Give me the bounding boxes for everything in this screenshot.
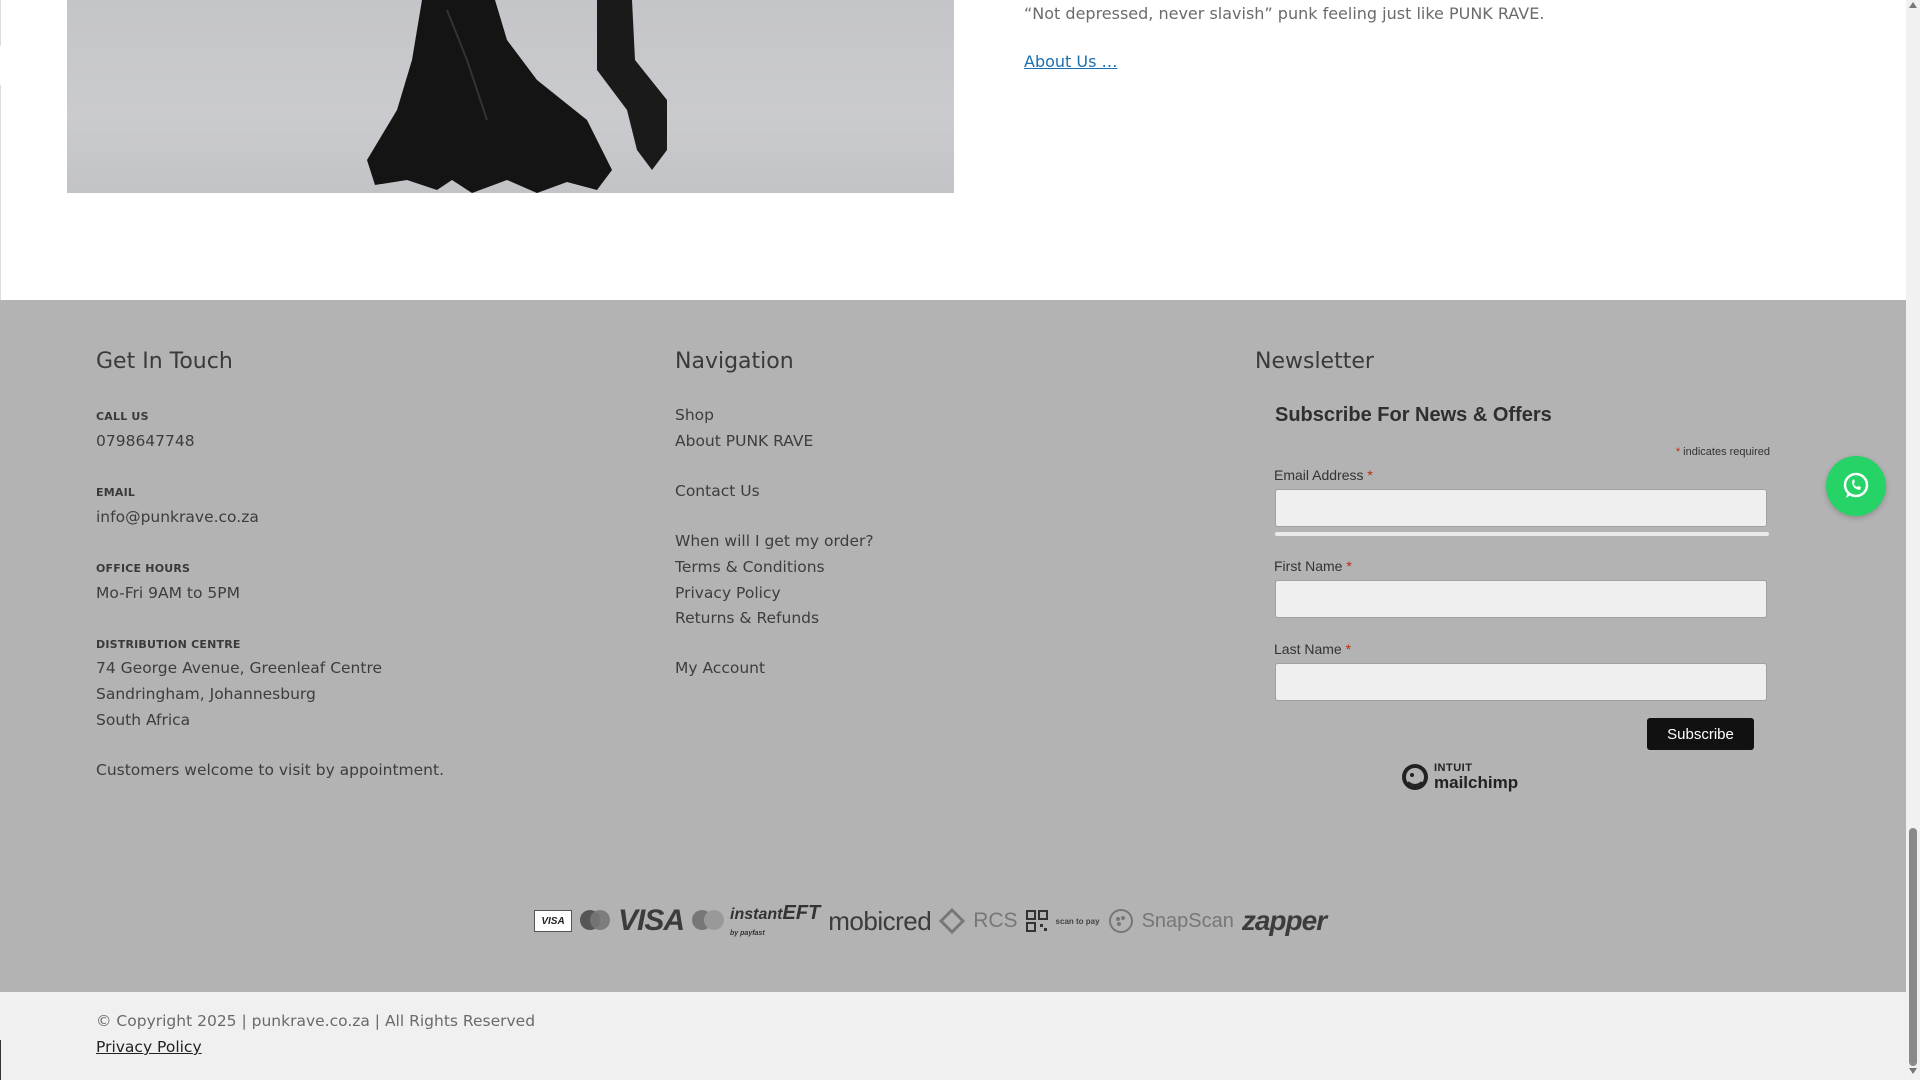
payment-methods: VISA VISA instantEFT by payfast mobicred … bbox=[534, 903, 1327, 939]
visa-card-logo: VISA bbox=[534, 910, 572, 932]
required-star: * bbox=[1675, 446, 1681, 458]
email-field-underline bbox=[1275, 532, 1769, 536]
copyright-bar bbox=[0, 992, 1906, 1080]
rcs-icon bbox=[939, 908, 966, 934]
distribution-centre-label: DISTRIBUTION CENTRE bbox=[96, 638, 241, 651]
subscribe-button[interactable]: Subscribe bbox=[1647, 718, 1754, 750]
scroll-up-arrow-icon[interactable] bbox=[1909, 2, 1917, 8]
nav-link-privacy[interactable]: Privacy Policy bbox=[675, 584, 781, 602]
visa-logo: VISA bbox=[618, 904, 685, 937]
call-us-label: CALL US bbox=[96, 410, 149, 423]
page-edge bbox=[0, 1040, 1, 1080]
nav-link-contact[interactable]: Contact Us bbox=[675, 482, 760, 500]
mailchimp-wordmark: mailchimp bbox=[1434, 773, 1519, 792]
page-edge bbox=[0, 0, 1, 46]
copyright-text: © Copyright 2025 | punkrave.co.za | All … bbox=[96, 1012, 536, 1030]
nav-link-returns[interactable]: Returns & Refunds bbox=[675, 609, 819, 627]
office-hours: Mo-Fri 9AM to 5PM bbox=[96, 584, 240, 602]
scan-to-pay-logo: scan to pay bbox=[1055, 916, 1100, 926]
required-note-text: indicates required bbox=[1683, 446, 1770, 458]
last-name-label: Last Name * bbox=[1274, 641, 1351, 657]
email-address[interactable]: info@punkrave.co.za bbox=[96, 508, 259, 526]
office-hours-label: OFFICE HOURS bbox=[96, 562, 191, 575]
address-line: Sandringham, Johannesburg bbox=[96, 685, 316, 703]
privacy-policy-link[interactable]: Privacy Policy bbox=[96, 1038, 202, 1056]
mastercard-logo bbox=[580, 910, 610, 932]
mailchimp-icon bbox=[1402, 764, 1428, 790]
nav-link-order-eta[interactable]: When will I get my order? bbox=[675, 532, 874, 550]
last-name-label-text: Last Name bbox=[1274, 641, 1342, 657]
mobicred-logo: mobicred bbox=[828, 905, 932, 936]
email-field-label-text: Email Address bbox=[1274, 467, 1364, 483]
nav-link-shop[interactable]: Shop bbox=[675, 406, 714, 424]
snapscan-icon bbox=[1108, 909, 1133, 933]
whatsapp-icon bbox=[1843, 472, 1869, 498]
required-note: * indicates required bbox=[1673, 446, 1770, 458]
phone-number[interactable]: 0798647748 bbox=[96, 432, 195, 450]
mastercard-logo bbox=[692, 910, 725, 932]
scrollbar-thumb[interactable] bbox=[1909, 828, 1917, 1066]
mailchimp-logo[interactable]: INTUIT mailchimp bbox=[1400, 762, 1518, 792]
address-line: South Africa bbox=[96, 711, 191, 729]
site-footer bbox=[0, 300, 1906, 992]
email-label: EMAIL bbox=[96, 486, 136, 499]
first-name-label: First Name * bbox=[1274, 558, 1352, 574]
last-name-field[interactable] bbox=[1275, 663, 1767, 701]
vertical-scrollbar[interactable] bbox=[1906, 0, 1920, 1080]
newsletter-title: Newsletter bbox=[1255, 349, 1374, 374]
about-us-link[interactable]: About Us … bbox=[1024, 52, 1118, 71]
email-field-label: Email Address * bbox=[1274, 467, 1373, 483]
product-photo bbox=[67, 0, 954, 193]
nav-link-account[interactable]: My Account bbox=[675, 659, 765, 677]
visit-note: Customers welcome to visit by appointmen… bbox=[96, 761, 445, 779]
email-field[interactable] bbox=[1275, 489, 1767, 527]
newsletter-heading: Subscribe For News & Offers bbox=[1275, 404, 1552, 426]
first-name-field[interactable] bbox=[1275, 580, 1767, 618]
nav-link-terms[interactable]: Terms & Conditions bbox=[675, 558, 825, 576]
payfast-word: by payfast bbox=[730, 930, 765, 937]
required-star: * bbox=[1346, 558, 1352, 574]
required-star: * bbox=[1367, 467, 1373, 483]
about-quote: “Not depressed, never slavish” punk feel… bbox=[1024, 4, 1545, 23]
page-edge bbox=[0, 85, 1, 303]
address-line: 74 George Avenue, Greenleaf Centre bbox=[96, 659, 383, 677]
navigation-title: Navigation bbox=[675, 349, 794, 374]
scroll-down-arrow-icon[interactable] bbox=[1909, 1068, 1917, 1074]
rcs-logo: RCS bbox=[973, 909, 1018, 932]
snapscan-logo: SnapScan bbox=[1141, 909, 1234, 932]
qr-code-icon bbox=[1025, 910, 1048, 932]
zapper-logo: zapper bbox=[1241, 905, 1327, 936]
eft-word: EFT bbox=[782, 902, 821, 924]
instant-eft-logo: instantEFT by payfast bbox=[730, 903, 820, 939]
get-in-touch-title: Get In Touch bbox=[96, 349, 233, 374]
instant-eft-word: instant bbox=[730, 906, 783, 923]
model-dress-image bbox=[367, 0, 667, 193]
nav-link-about[interactable]: About PUNK RAVE bbox=[675, 432, 813, 450]
first-name-label-text: First Name bbox=[1274, 558, 1343, 574]
required-star: * bbox=[1345, 641, 1352, 657]
whatsapp-chat-button[interactable] bbox=[1826, 456, 1886, 516]
